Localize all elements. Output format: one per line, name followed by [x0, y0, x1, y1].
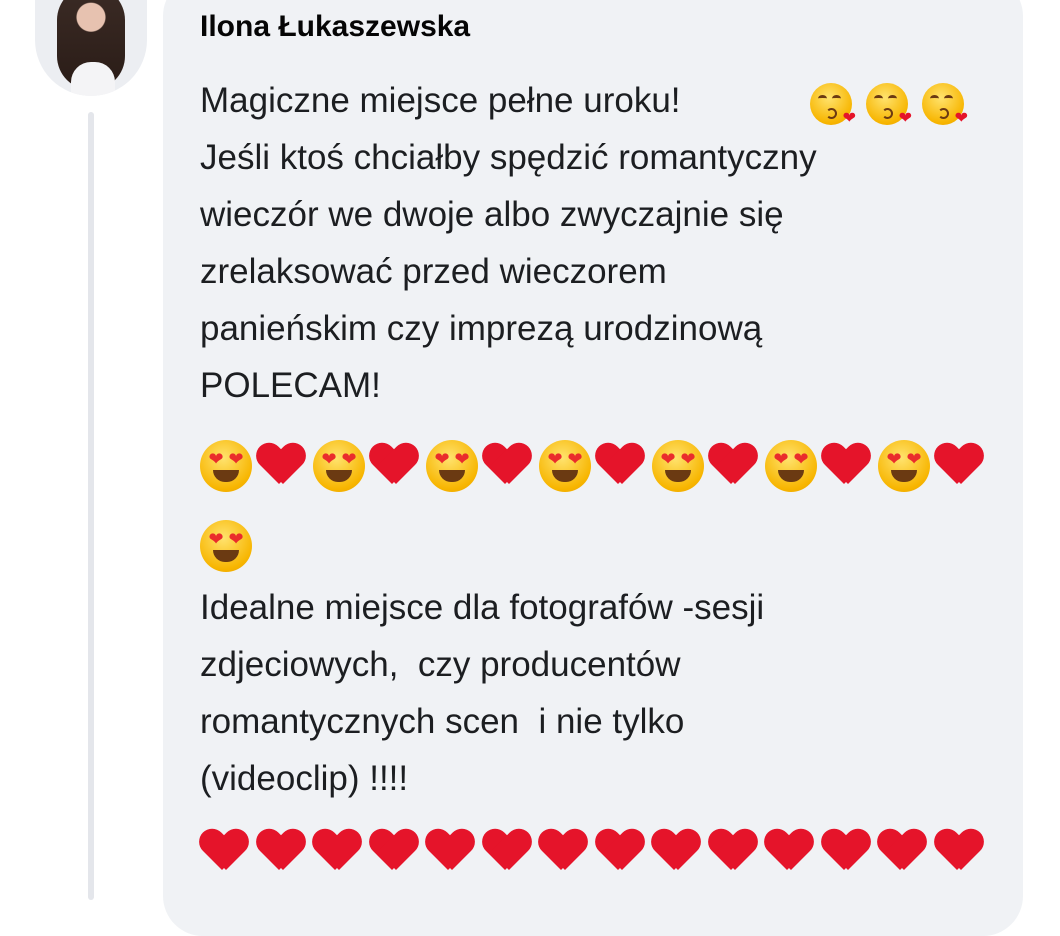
- heart-eyes-icon: ❤ ❤: [539, 440, 591, 492]
- red-heart-icon: [370, 440, 418, 488]
- comment-text-line-1: Magiczne miejsce pełne uroku!: [200, 81, 681, 120]
- heart-eyes-icon: ❤ ❤: [652, 440, 704, 492]
- red-heart-icon: [822, 440, 870, 488]
- red-heart-icon: [257, 826, 305, 874]
- heart-eyes-icon: ❤ ❤: [200, 520, 252, 572]
- comment-text-line-6: POLECAM!: [200, 366, 381, 405]
- heart-eyes-icon: ❤ ❤: [878, 440, 930, 492]
- comment-author[interactable]: Ilona Łukaszewska: [200, 10, 470, 44]
- emoji-row-2: ❤ ❤: [200, 520, 260, 574]
- red-heart-icon: [709, 826, 757, 874]
- red-heart-icon: [539, 826, 587, 874]
- red-heart-icon: [370, 826, 418, 874]
- red-heart-icon: [596, 826, 644, 874]
- comment-text-line-2: Jeśli ktoś chciałby spędzić romantyczny: [200, 138, 817, 177]
- emoji-row-3: [200, 826, 1000, 880]
- comment-text-line-5: panieńskim czy imprezą urodzinową: [200, 309, 763, 348]
- avatar-photo-shirt: [71, 62, 115, 96]
- thread-line: [88, 112, 94, 900]
- red-heart-icon: [652, 826, 700, 874]
- red-heart-icon: [313, 826, 361, 874]
- comment-text-line-10: (videoclip) !!!!: [200, 759, 409, 798]
- heart-eyes-icon: ❤ ❤: [313, 440, 365, 492]
- heart-eyes-icon: ❤ ❤: [765, 440, 817, 492]
- avatar[interactable]: [35, 0, 147, 96]
- red-heart-icon: [483, 440, 531, 488]
- red-heart-icon: [483, 826, 531, 874]
- kissing-heart-icon: ❤: [922, 83, 968, 127]
- red-heart-icon: [935, 440, 983, 488]
- comment-text-line-4: zrelaksować przed wieczorem: [200, 252, 667, 291]
- comment-text-line-8: zdjeciowych, czy producentów: [200, 645, 681, 684]
- red-heart-icon: [765, 826, 813, 874]
- comment-text-line-3: wieczór we dwoje albo zwyczajnie się: [200, 195, 784, 234]
- red-heart-icon: [426, 826, 474, 874]
- red-heart-icon: [822, 826, 870, 874]
- comment-text-line-7: Idealne miejsce dla fotografów -sesji: [200, 588, 765, 627]
- red-heart-icon: [878, 826, 926, 874]
- comment-text-line-9: romantycznych scen i nie tylko: [200, 702, 685, 741]
- red-heart-icon: [709, 440, 757, 488]
- kiss-emoji-group: ❤ ❤ ❤: [810, 80, 970, 134]
- red-heart-icon: [935, 826, 983, 874]
- kissing-heart-icon: ❤: [810, 83, 856, 127]
- kissing-heart-icon: ❤: [866, 83, 912, 127]
- heart-eyes-icon: ❤ ❤: [426, 440, 478, 492]
- emoji-row-1: ❤ ❤ ❤ ❤ ❤ ❤ ❤ ❤ ❤ ❤ ❤ ❤ ❤ ❤: [200, 440, 1000, 494]
- red-heart-icon: [257, 440, 305, 488]
- red-heart-icon: [596, 440, 644, 488]
- red-heart-icon: [200, 826, 248, 874]
- heart-eyes-icon: ❤ ❤: [200, 440, 252, 492]
